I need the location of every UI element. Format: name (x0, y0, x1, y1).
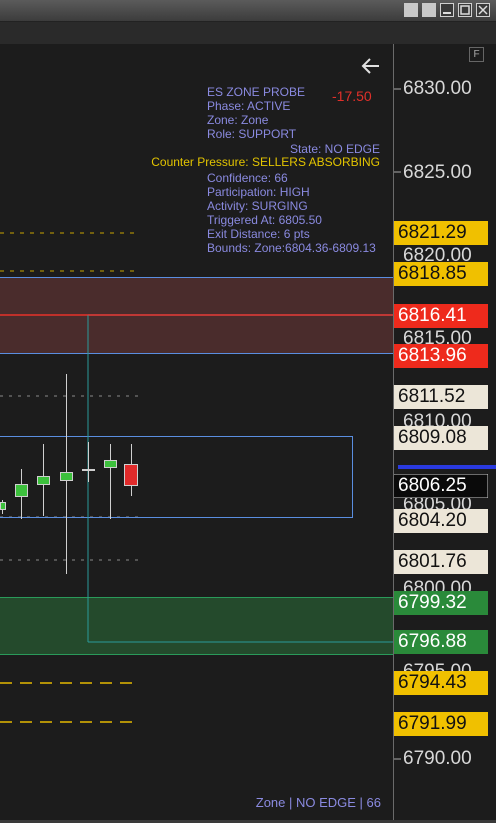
probe-triggered-at: Triggered At: 6805.50 (207, 213, 322, 227)
axis-f-button[interactable]: F (469, 47, 484, 62)
price-label: 6790.00 (403, 748, 472, 769)
window-titlebar (0, 0, 496, 22)
candle-up (37, 476, 50, 485)
arrow-left-icon[interactable] (361, 57, 381, 75)
candle-up (15, 484, 28, 497)
candle-wick (110, 444, 111, 519)
maximize-icon[interactable] (458, 3, 472, 17)
probe-pnl: -17.50 (332, 88, 372, 104)
probe-phase: Phase: ACTIVE (207, 99, 291, 113)
last-price-marker (398, 465, 496, 469)
chart-toolbar (0, 22, 496, 45)
probe-title: ES ZONE PROBE (207, 85, 306, 99)
probe-bounds: Bounds: Zone:6804.36-6809.13 (207, 241, 376, 255)
probe-confidence: Confidence: 66 (207, 171, 288, 185)
probe-state: State: NO EDGE (289, 142, 380, 156)
layout-icon[interactable] (404, 3, 418, 17)
price-axis[interactable]: F 6830.00 6825.00 6820.00 6815.00 6810.0… (393, 44, 496, 820)
status-summary: Zone | NO EDGE | 66 (255, 795, 381, 810)
candle-up (0, 502, 6, 510)
probe-zone: Zone: Zone (207, 113, 269, 127)
probe-counter-pressure: Counter Pressure: SELLERS ABSORBING (151, 155, 380, 169)
candle-wick (88, 442, 89, 482)
price-label: 6830.00 (403, 78, 472, 99)
price-chart[interactable]: ES ZONE PROBE -17.50 Phase: ACTIVE Zone:… (0, 44, 393, 820)
probe-role: Role: SUPPORT (207, 127, 297, 141)
candle-up (60, 472, 73, 481)
price-label: 6825.00 (403, 162, 472, 183)
candle-down (124, 464, 138, 486)
probe-exit-distance: Exit Distance: 6 pts (207, 227, 310, 241)
close-icon[interactable] (476, 3, 490, 17)
minimize-icon[interactable] (440, 3, 454, 17)
candle-up (104, 460, 117, 468)
probe-participation: Participation: HIGH (207, 185, 310, 199)
candle-doji (82, 469, 95, 471)
probe-activity: Activity: SURGING (207, 199, 308, 213)
layout-alt-icon[interactable] (422, 3, 436, 17)
